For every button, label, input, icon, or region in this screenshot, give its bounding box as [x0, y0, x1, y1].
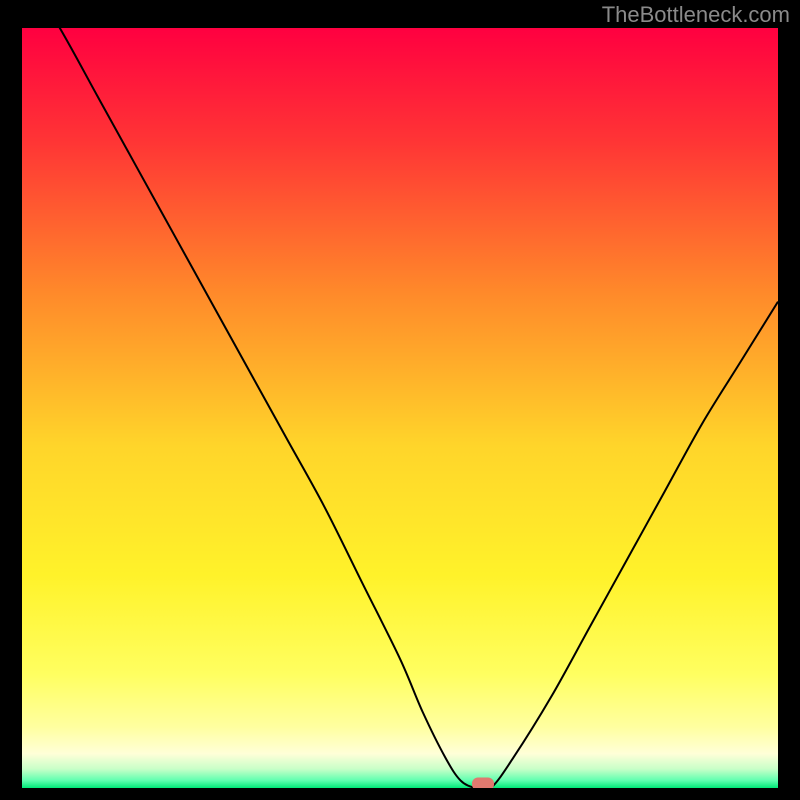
watermark-text: TheBottleneck.com [602, 2, 790, 28]
plot-area [22, 28, 778, 788]
chart-container: TheBottleneck.com [0, 0, 800, 800]
bottleneck-curve [22, 28, 778, 788]
optimum-point-marker [472, 778, 494, 789]
